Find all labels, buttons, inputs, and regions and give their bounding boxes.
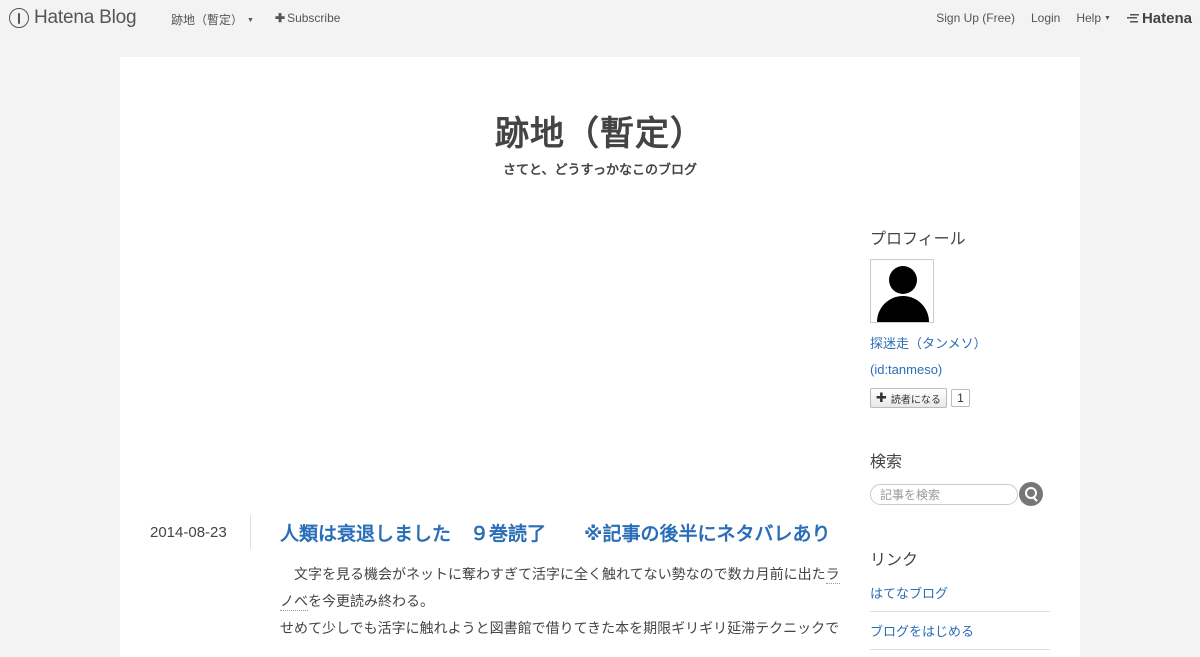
entry-divider: [250, 515, 251, 549]
link-hatena-blog[interactable]: はてなブログ: [870, 574, 1050, 612]
blog-title[interactable]: 跡地（暫定）: [120, 106, 1080, 155]
profile-id-link[interactable]: (id:tanmeso): [870, 362, 1050, 377]
hatena-blog-logo[interactable]: Hatena Blog: [9, 6, 137, 30]
profile-name-link[interactable]: 探迷走（タンメソ）: [870, 333, 1050, 352]
hatena-lines-icon: [1126, 13, 1139, 23]
links-module: リンク はてなブログ ブログをはじめる: [870, 546, 1050, 650]
avatar-body-shape: [877, 296, 929, 322]
avatar[interactable]: [870, 259, 934, 323]
help-dropdown[interactable]: Help ▼: [1076, 11, 1111, 25]
follow-row: ✚ 読者になる 1: [870, 388, 1050, 408]
search-module-title: 検索: [870, 452, 903, 471]
follower-count[interactable]: 1: [950, 389, 970, 407]
plus-icon: ✚: [876, 390, 887, 406]
follow-label: 読者になる: [890, 394, 941, 406]
help-label: Help: [1076, 11, 1102, 25]
search-icon[interactable]: [1019, 482, 1043, 506]
entry-title-link[interactable]: 人類は衰退しました ９巻読了 ※記事の後半にネタバレあり: [280, 519, 840, 546]
right-nav: Sign Up (Free) Login Help ▼ Hatena: [936, 0, 1200, 36]
blog-menu-dropdown[interactable]: 跡地（暫定） ▼: [171, 11, 254, 28]
profile-module: プロフィール 探迷走（タンメソ） (id:tanmeso) ✚ 読者になる 1: [870, 225, 1050, 408]
signup-link[interactable]: Sign Up (Free): [936, 11, 1015, 25]
plus-icon: ✚: [275, 11, 286, 25]
sidebar: プロフィール 探迷走（タンメソ） (id:tanmeso) ✚ 読者になる 1 検…: [870, 225, 1050, 650]
entry-paragraph: 文字を見る機会がネットに奪わすぎて活字に全く触れてない勢なので数カ月前に出たラノ…: [280, 562, 840, 616]
login-link[interactable]: Login: [1031, 11, 1060, 25]
hatena-logo-text: Hatena: [1141, 9, 1192, 27]
top-navbar: Hatena Blog 跡地（暫定） ▼ ✚ Subscribe Sign Up (…: [0, 0, 1200, 36]
caret-down-icon: ▼: [1104, 15, 1111, 22]
entry-body: 文字を見る機会がネットに奪わすぎて活字に全く触れてない勢なので数カ月前に出たラノ…: [280, 562, 840, 643]
subscribe-label: Subscribe: [287, 11, 341, 25]
search-module: 検索 記事を検索: [870, 448, 1050, 506]
search-row: 記事を検索: [870, 482, 1050, 506]
search-input[interactable]: 記事を検索: [870, 483, 1018, 505]
avatar-head-shape: [889, 266, 917, 294]
caret-down-icon: ▼: [247, 17, 254, 24]
profile-module-title: プロフィール: [870, 229, 966, 248]
subscribe-button[interactable]: ✚ Subscribe: [275, 11, 340, 25]
blog-description: さてと、どうすっかなこのブログ: [503, 163, 697, 178]
link-start-blog[interactable]: ブログをはじめる: [870, 612, 1050, 650]
hatena-blog-pen-icon: [9, 8, 29, 28]
links-module-title: リンク: [870, 550, 919, 569]
brand-name: Hatena Blog: [34, 7, 137, 28]
entry-text: を今更読み終わる。: [308, 594, 434, 610]
blog-page: 跡地（暫定） さてと、どうすっかなこのブログ 2014-08-23 人類は衰退し…: [120, 57, 1080, 657]
blog-menu-label: 跡地（暫定）: [171, 13, 244, 27]
follow-button[interactable]: ✚ 読者になる: [870, 388, 947, 408]
hatena-logo[interactable]: Hatena: [1126, 9, 1192, 27]
entry-text: 文字を見る機会がネットに奪わすぎて活字に全く触れてない勢なので数カ月前に出た: [280, 567, 826, 583]
entry-date[interactable]: 2014-08-23: [150, 524, 227, 541]
